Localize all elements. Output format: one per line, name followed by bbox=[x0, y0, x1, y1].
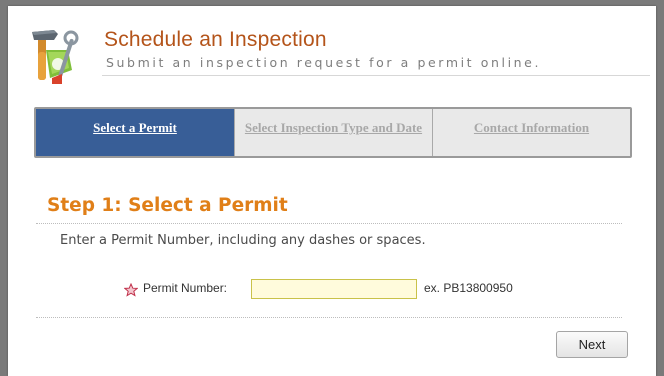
next-button[interactable]: Next bbox=[556, 331, 628, 358]
tab-label: Select a Permit bbox=[93, 120, 177, 135]
step-heading: Step 1: Select a Permit bbox=[47, 195, 288, 216]
tab-select-inspection-type[interactable]: Select Inspection Type and Date bbox=[234, 109, 433, 156]
tab-label: Contact Information bbox=[473, 120, 590, 135]
permit-number-label: Permit Number: bbox=[143, 281, 228, 295]
instruction-text: Enter a Permit Number, including any das… bbox=[60, 233, 426, 248]
divider bbox=[36, 317, 622, 318]
permit-number-input[interactable] bbox=[251, 279, 417, 299]
tab-label: Select Inspection Type and Date bbox=[244, 120, 423, 135]
header-divider bbox=[102, 75, 650, 76]
tab-contact-information[interactable]: Contact Information bbox=[433, 109, 630, 156]
page-subtitle: Submit an inspection request for a permi… bbox=[106, 55, 542, 70]
divider bbox=[36, 223, 622, 224]
page-header: Schedule an Inspection Submit an inspect… bbox=[28, 26, 650, 84]
required-star-icon bbox=[123, 282, 139, 297]
page-title: Schedule an Inspection bbox=[104, 28, 327, 51]
step-tabs: Select a Permit Select Inspection Type a… bbox=[34, 107, 632, 158]
permit-example-text: ex. PB13800950 bbox=[424, 281, 513, 295]
tools-hammer-wrench-icon bbox=[28, 26, 90, 88]
tab-select-permit[interactable]: Select a Permit bbox=[36, 109, 234, 156]
